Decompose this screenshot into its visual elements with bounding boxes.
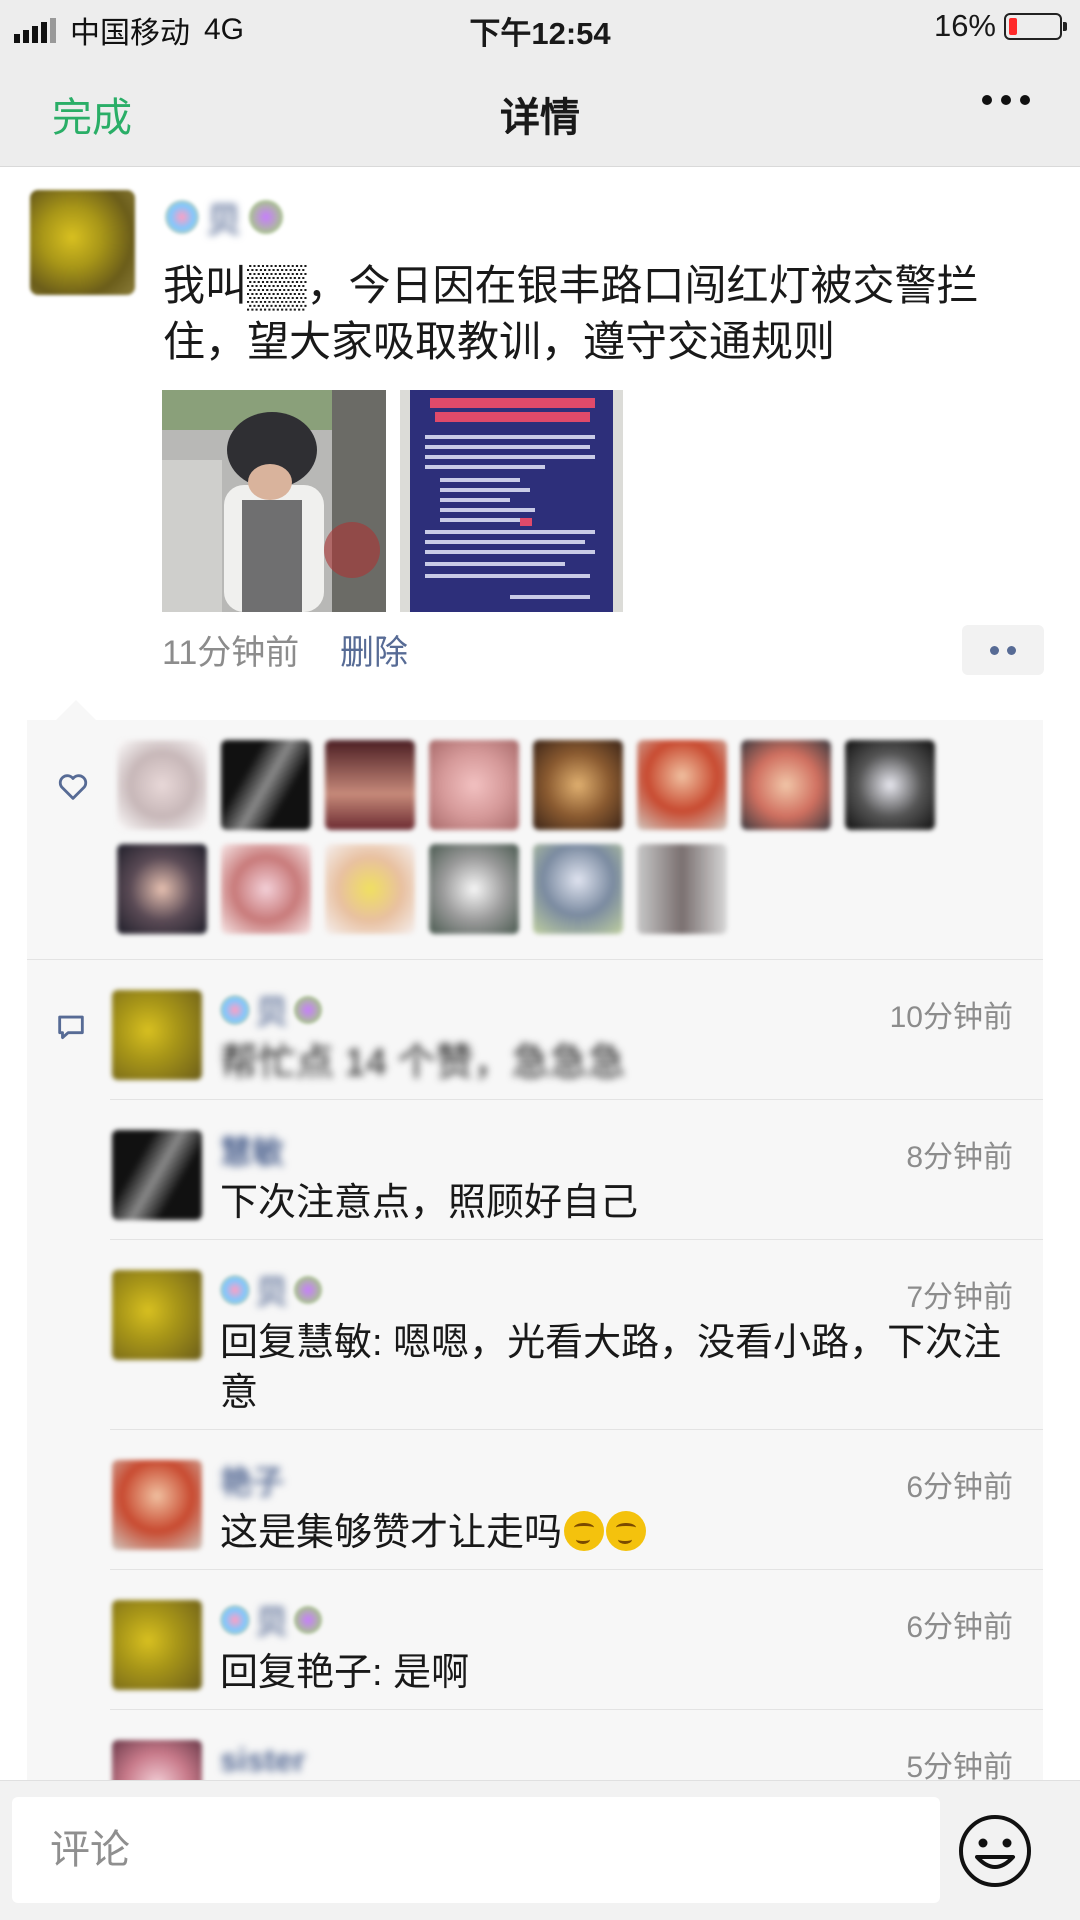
battery-level-fill	[1009, 17, 1017, 35]
post-image-2[interactable]	[400, 390, 623, 612]
candy-icon	[294, 1606, 323, 1634]
like-avatar[interactable]	[221, 844, 311, 934]
battery-percent: 16%	[933, 8, 996, 43]
commenter-name[interactable]: 贝	[220, 1270, 323, 1310]
commenter-name-text: 贝	[256, 994, 289, 1030]
smiley-icon[interactable]	[957, 1813, 1033, 1889]
comments-section: 贝 10分钟前 帮忙点 14 个赞，急急急 慧敏 8分钟前 下次注意点，照顾好自…	[27, 960, 1043, 1850]
lollipop-icon	[220, 995, 250, 1025]
like-avatar[interactable]	[637, 740, 727, 830]
like-avatar[interactable]	[533, 740, 623, 830]
like-avatar[interactable]	[325, 844, 415, 934]
like-avatar[interactable]	[637, 844, 727, 934]
photo-person-on-street	[162, 390, 386, 612]
commenter-avatar[interactable]	[112, 990, 202, 1080]
comment-timestamp: 8分钟前	[906, 1141, 1013, 1174]
battery-icon	[1004, 12, 1067, 40]
commenter-avatar[interactable]	[112, 1130, 202, 1220]
comment-text: 下次注意点，照顾好自己	[220, 1182, 639, 1224]
comment-item[interactable]: 贝 10分钟前 帮忙点 14 个赞，急急急	[27, 960, 1043, 1100]
photo-notice-board	[400, 390, 623, 612]
comment-input-box	[12, 1797, 940, 1903]
commenter-name[interactable]: 贝	[220, 1600, 323, 1640]
commenter-name[interactable]: 贝	[220, 990, 323, 1030]
lollipop-icon	[220, 1605, 250, 1635]
interaction-panel: 贝 10分钟前 帮忙点 14 个赞，急急急 慧敏 8分钟前 下次注意点，照顾好自…	[27, 720, 1043, 1900]
comment-timestamp: 10分钟前	[889, 1001, 1013, 1034]
commenter-avatar[interactable]	[112, 1600, 202, 1690]
panel-pointer	[56, 700, 96, 720]
comment-timestamp: 6分钟前	[906, 1471, 1013, 1504]
nav-bar: 完成 详情	[0, 55, 1080, 167]
lollipop-icon	[165, 200, 199, 234]
post-author-name-text: 贝	[207, 201, 241, 240]
post-action-button[interactable]	[962, 625, 1044, 675]
delete-link[interactable]: 删除	[340, 625, 408, 674]
commenter-name-text: 贝	[256, 1604, 289, 1640]
comment-text: 回复慧敏: 嗯嗯，光看大路，没看小路，下次注意	[220, 1322, 1002, 1414]
commenter-avatar[interactable]	[112, 1270, 202, 1360]
like-avatar-grid	[117, 740, 997, 934]
more-icon[interactable]	[982, 95, 1030, 105]
commenter-name[interactable]: sister	[220, 1740, 305, 1780]
commenter-avatar[interactable]	[112, 1460, 202, 1550]
post-timestamp: 11分钟前	[162, 634, 300, 672]
like-avatar[interactable]	[741, 740, 831, 830]
thinking-emoji-icon	[606, 1511, 647, 1551]
candy-icon	[294, 996, 323, 1024]
comment-item[interactable]: 贝 6分钟前 回复艳子: 是啊	[27, 1570, 1043, 1710]
comment-input[interactable]	[12, 1797, 940, 1903]
comment-text-row: 这是集够赞才让走吗	[220, 1508, 1030, 1558]
comment-input-bar	[0, 1780, 1080, 1920]
comment-timestamp: 6分钟前	[906, 1611, 1013, 1644]
like-avatar[interactable]	[325, 740, 415, 830]
page-title: 详情	[500, 96, 580, 140]
post-author-avatar[interactable]	[30, 190, 135, 295]
post-author-name[interactable]: 贝	[165, 192, 283, 242]
clock: 下午12:54	[469, 16, 611, 51]
comment-text: 帮忙点 14 个赞，急急急	[220, 1042, 626, 1084]
like-avatar[interactable]	[117, 740, 207, 830]
post-image-1[interactable]	[162, 390, 386, 612]
post-text: 我叫▒▒，今日因在银丰路口闯红灯被交警拦住，望大家吸取教训，遵守交通规则	[163, 262, 979, 365]
comment-item[interactable]: 贝 7分钟前 回复慧敏: 嗯嗯，光看大路，没看小路，下次注意	[27, 1240, 1043, 1430]
status-bar: 中国移动 4G 下午12:54 16%	[0, 0, 1080, 55]
commenter-name-text: 贝	[256, 1274, 289, 1310]
candy-icon	[249, 200, 283, 234]
thinking-emoji-icon	[564, 1511, 605, 1551]
candy-icon	[294, 1276, 323, 1304]
like-avatar[interactable]	[221, 740, 311, 830]
like-avatar[interactable]	[429, 740, 519, 830]
commenter-name-text: 慧敏	[220, 1134, 285, 1170]
lollipop-icon	[220, 1275, 250, 1305]
comment-item[interactable]: 慧敏 8分钟前 下次注意点，照顾好自己	[27, 1100, 1043, 1240]
comment-timestamp: 7分钟前	[906, 1281, 1013, 1314]
comment-item[interactable]: 艳子 6分钟前 这是集够赞才让走吗	[27, 1430, 1043, 1570]
likes-section	[27, 720, 1043, 960]
commenter-name[interactable]: 艳子	[220, 1460, 284, 1500]
like-avatar[interactable]	[117, 844, 207, 934]
commenter-name[interactable]: 慧敏	[220, 1130, 284, 1170]
heart-icon	[58, 774, 88, 800]
commenter-name-text: sister	[220, 1741, 306, 1778]
comment-text: 这是集够赞才让走吗	[220, 1512, 563, 1554]
like-avatar[interactable]	[845, 740, 935, 830]
comment-text: 回复艳子: 是啊	[220, 1652, 470, 1694]
commenter-name-text: 艳子	[220, 1464, 285, 1500]
like-avatar[interactable]	[533, 844, 623, 934]
like-avatar[interactable]	[429, 844, 519, 934]
